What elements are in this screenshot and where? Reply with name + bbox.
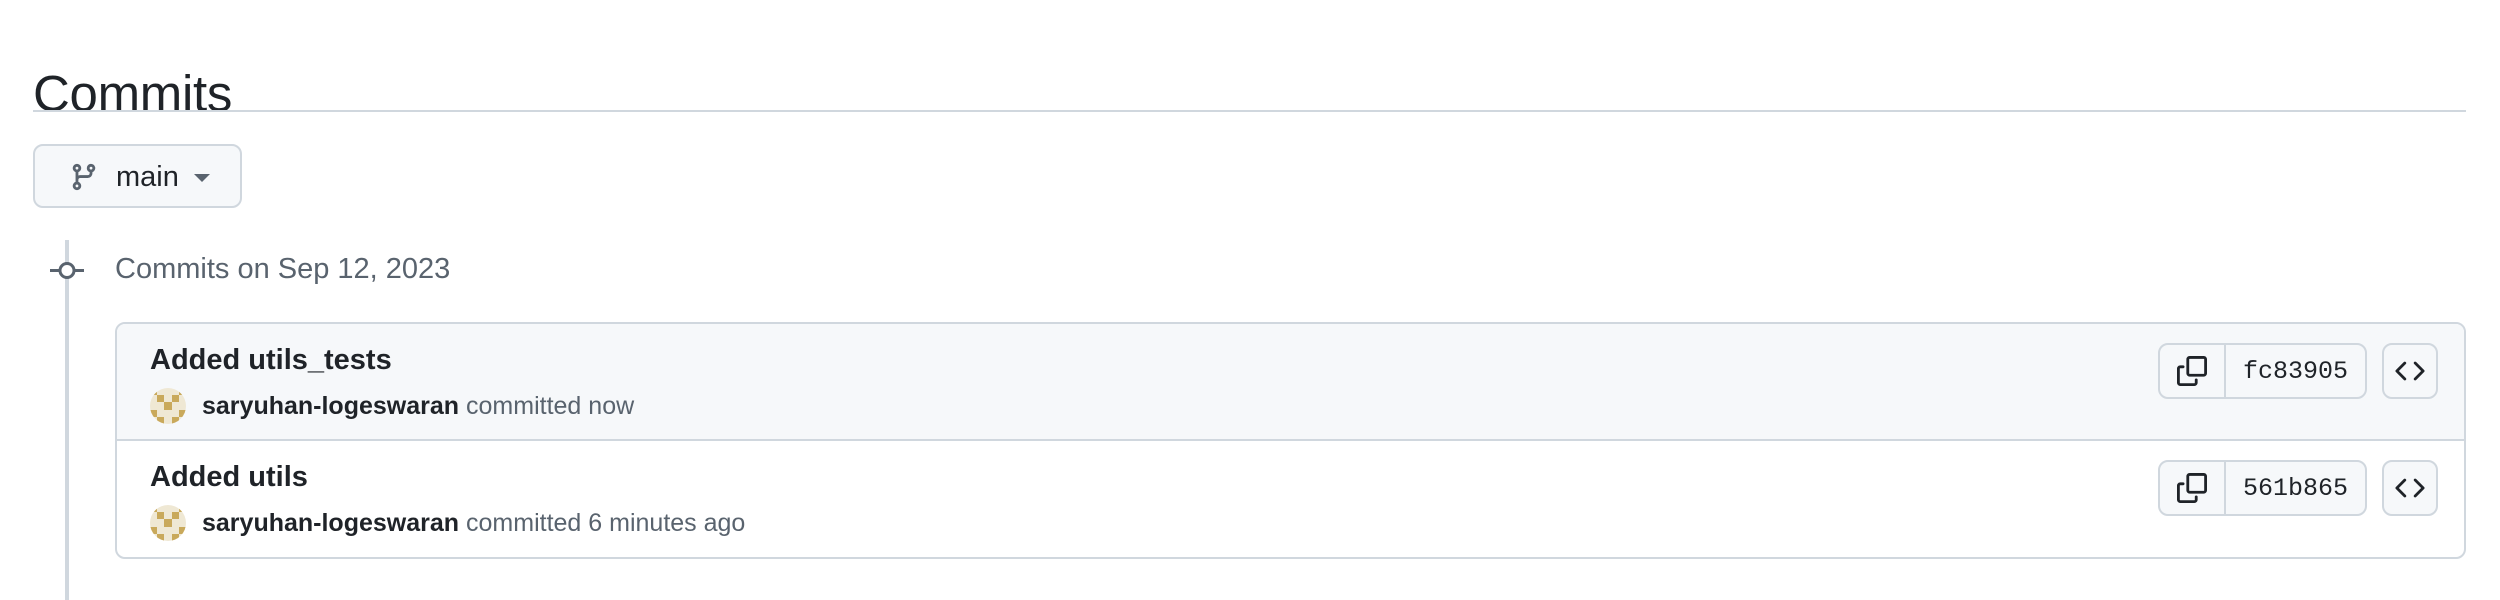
- code-icon: [2395, 478, 2425, 498]
- commit-title-link[interactable]: Added utils_tests: [150, 341, 392, 379]
- commit-sha-link[interactable]: fc83905: [2226, 345, 2365, 397]
- git-commit-icon: [50, 262, 84, 279]
- code-icon: [2395, 361, 2425, 381]
- avatar[interactable]: [150, 505, 186, 541]
- page-title: Commits: [33, 65, 233, 123]
- sha-button-group: fc83905: [2157, 343, 2367, 399]
- commit-list: Added utils_tests saryuhan-logeswaran co…: [115, 322, 2466, 559]
- avatar[interactable]: [150, 388, 186, 424]
- branch-selector-button[interactable]: main: [33, 144, 242, 208]
- commit-group-date-header: Commits on Sep 12, 2023: [115, 253, 451, 285]
- author-link[interactable]: saryuhan-logeswaran: [202, 509, 459, 538]
- commit-title-link[interactable]: Added utils: [150, 458, 308, 496]
- commits-page: Commits main Commits on Sep 12, 2023 Add…: [0, 0, 2500, 600]
- commit-meta: saryuhan-logeswaran committed 6 minutes …: [150, 503, 745, 543]
- browse-repository-button[interactable]: [2382, 343, 2438, 399]
- copy-sha-button[interactable]: [2160, 345, 2226, 397]
- branch-name: main: [116, 161, 179, 193]
- commit-time: committed now: [466, 391, 635, 420]
- triangle-down-icon: [194, 174, 210, 182]
- browse-repository-button[interactable]: [2382, 460, 2438, 516]
- copy-icon: [2176, 356, 2207, 386]
- copy-sha-button[interactable]: [2160, 462, 2226, 514]
- timeline-line: [65, 240, 69, 600]
- title-divider: [33, 110, 2466, 112]
- git-branch-icon: [72, 163, 96, 191]
- author-link[interactable]: saryuhan-logeswaran: [202, 392, 459, 421]
- commit-sha-link[interactable]: 561b865: [2226, 462, 2365, 514]
- commit-row[interactable]: Added utils_tests saryuhan-logeswaran co…: [117, 324, 2464, 441]
- commit-actions: 561b865: [2157, 460, 2438, 516]
- commit-time: committed 6 minutes ago: [466, 508, 746, 537]
- commit-actions: fc83905: [2157, 343, 2438, 399]
- sha-button-group: 561b865: [2157, 460, 2367, 516]
- commit-meta: saryuhan-logeswaran committed now: [150, 386, 634, 426]
- commit-row[interactable]: Added utils saryuhan-logeswaran committe…: [117, 441, 2464, 557]
- copy-icon: [2176, 473, 2207, 503]
